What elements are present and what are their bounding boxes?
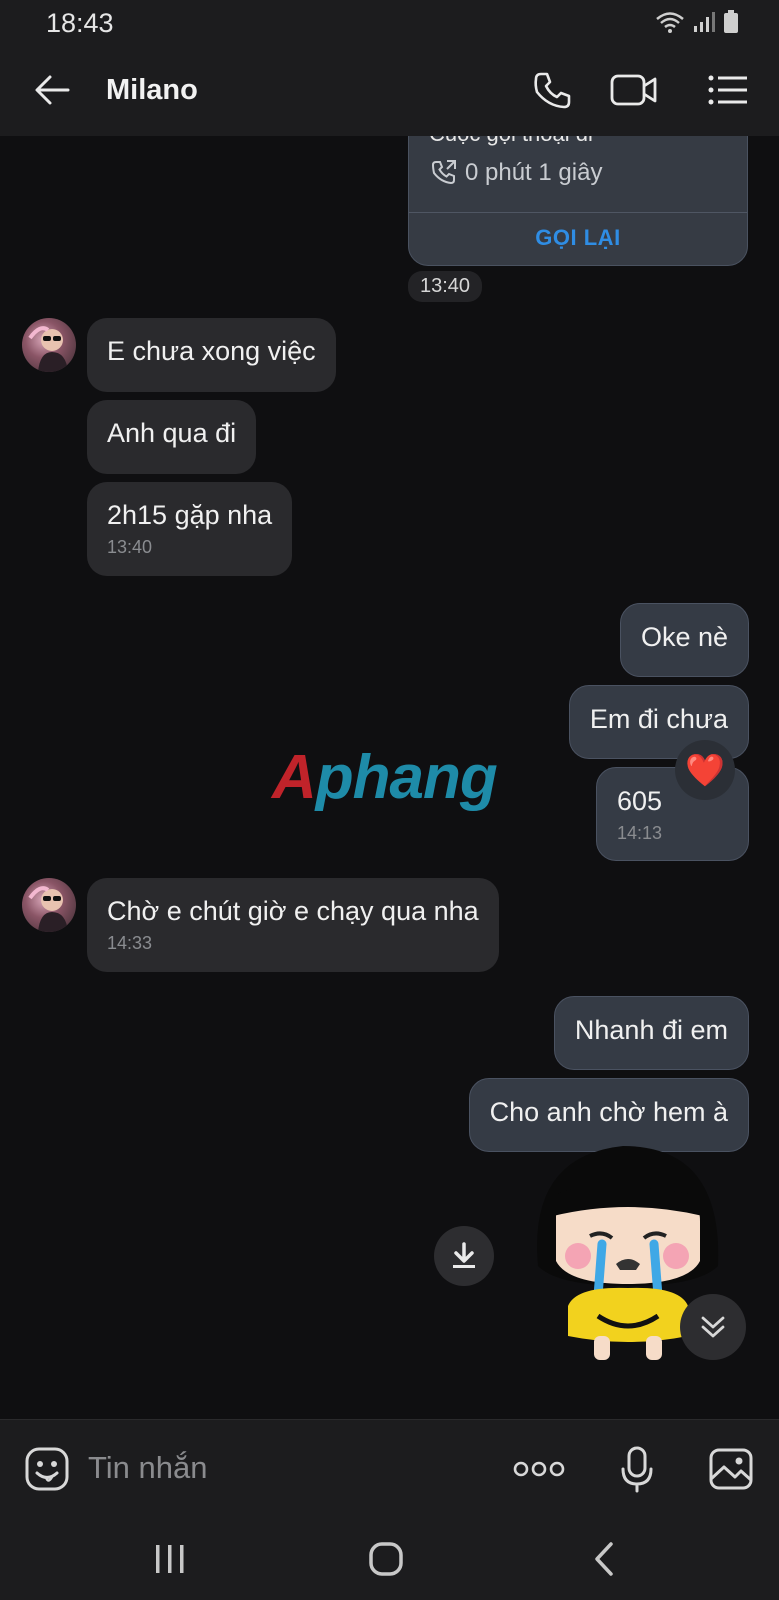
status-bar: 18:43 (0, 0, 779, 44)
chevron-double-down-icon (701, 1316, 725, 1338)
message-composer: Tin nhắn (0, 1419, 779, 1517)
message-text: Chờ e chút giờ e chạy qua nha (107, 896, 479, 926)
call-duration: 0 phút 1 giây (465, 159, 603, 186)
watermark-first: A (272, 743, 317, 812)
menu-list-icon (708, 75, 747, 105)
back-button[interactable] (26, 64, 78, 116)
video-call-button[interactable] (608, 64, 660, 116)
chat-menu-button[interactable] (702, 64, 754, 116)
message-text: Em đi chưa (589, 704, 728, 734)
message-bubble[interactable]: Nhanh đi em (553, 996, 749, 1070)
message-time: 14:13 (617, 823, 663, 843)
video-icon (610, 74, 657, 106)
call-back-button[interactable]: GỌI LẠI (409, 225, 747, 251)
wifi-icon (656, 12, 684, 33)
messenger-screen: 18:43 Milano 0 phút 1 giây GỌI LẠI 13:40… (0, 0, 779, 1600)
send-image-button[interactable] (704, 1442, 758, 1496)
message-text: 605 (617, 786, 663, 816)
message-bubble[interactable]: Oke nè (619, 603, 749, 677)
heart-icon: ❤️ (685, 752, 725, 788)
home-button[interactable] (356, 1535, 416, 1583)
avatar-image (28, 326, 68, 372)
message-time: 14:33 (107, 933, 153, 953)
home-icon (369, 1542, 403, 1576)
message-text: Nhanh đi em (574, 1015, 728, 1045)
avatar-image (28, 886, 68, 932)
status-time: 18:43 (46, 8, 114, 38)
phone-icon (534, 72, 571, 109)
contact-avatar[interactable] (22, 318, 76, 372)
call-log-card: Cuộc gọi thoại đi 0 phút 1 giây GỌI LẠI (408, 136, 748, 266)
emoji-icon (25, 1447, 69, 1491)
message-text: E chưa xong việc (107, 336, 316, 366)
download-icon (453, 1242, 475, 1268)
message-text: Oke nè (640, 622, 728, 652)
voice-message-button[interactable] (610, 1442, 664, 1496)
call-time: 13:40 (408, 271, 483, 302)
message-text: Cho anh chờ hem à (489, 1097, 728, 1127)
nav-back-button[interactable] (574, 1535, 634, 1583)
call-title: Cuộc gọi thoại đi (429, 136, 593, 147)
status-icons (655, 10, 739, 34)
message-list[interactable]: Cuộc gọi thoại đi 0 phút 1 giây GỌI LẠI … (0, 136, 779, 1419)
outgoing-call-icon (431, 160, 456, 185)
chat-header: Milano (0, 44, 779, 136)
watermark-logo: Aphang (272, 742, 498, 813)
gallery-icon (709, 1448, 753, 1490)
voice-call-button[interactable] (526, 64, 578, 116)
contact-avatar[interactable] (22, 878, 76, 932)
message-bubble[interactable]: 2h15 gặp nha 13:40 (87, 482, 293, 576)
message-bubble[interactable]: Chờ e chút giờ e chạy qua nha 14:33 (87, 878, 499, 972)
download-sticker-button[interactable] (434, 1226, 494, 1286)
watermark-rest: phang (315, 743, 498, 812)
back-arrow-icon (35, 75, 70, 105)
message-bubble[interactable]: E chưa xong việc (87, 318, 336, 392)
microphone-icon (621, 1446, 653, 1493)
call-divider (409, 212, 747, 213)
emoji-button[interactable] (20, 1442, 74, 1496)
more-options-button[interactable] (512, 1442, 566, 1496)
message-text: 2h15 gặp nha (107, 500, 273, 530)
recent-apps-button[interactable] (140, 1535, 200, 1583)
battery-icon (724, 10, 738, 33)
heart-reaction[interactable]: ❤️ (675, 740, 735, 800)
signal-icon (694, 12, 715, 32)
recent-apps-icon (156, 1545, 184, 1573)
message-bubble[interactable]: Anh qua đi (87, 400, 257, 474)
message-text: Anh qua đi (107, 418, 237, 448)
scroll-to-bottom-button[interactable] (680, 1294, 746, 1360)
more-dots-icon (513, 1461, 565, 1477)
system-nav-bar (0, 1517, 779, 1600)
message-input[interactable]: Tin nhắn (88, 1450, 208, 1486)
contact-name[interactable]: Milano (106, 74, 198, 107)
message-time: 13:40 (107, 537, 153, 557)
nav-back-icon (595, 1542, 613, 1576)
